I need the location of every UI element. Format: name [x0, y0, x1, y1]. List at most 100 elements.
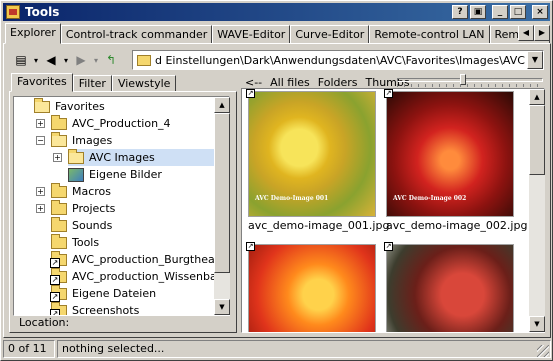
tab-scroll-right-icon[interactable]: ▶ [534, 25, 550, 41]
tree-item[interactable]: Eigene Bilder [68, 166, 162, 183]
favorites-tree: Favorites + AVC_Production_4 − Images + AVC Im… [13, 96, 230, 316]
expand-icon[interactable]: + [36, 204, 45, 213]
tab-filter[interactable]: Filter [72, 75, 112, 92]
tree-item-label: Projects [72, 202, 116, 215]
tree-item-label: AVC_Production_4 [72, 117, 171, 130]
folder-icon [51, 182, 67, 198]
tree-item-label: Images [72, 134, 113, 147]
thumbnail-image[interactable] [386, 244, 514, 332]
shortcut-arrow-icon: ↗ [246, 242, 255, 251]
thumbnail-card[interactable]: ↗ [246, 242, 376, 332]
tree-item-label: Favorites [55, 100, 105, 113]
tree-item-label: Sounds [72, 219, 113, 232]
thumbnail-card[interactable]: ↗ AVC Demo-Image 002 avc_demo-image_002.… [384, 89, 528, 232]
shortcut-arrow-icon: ↗ [384, 242, 393, 251]
image-watermark: AVC Demo-Image 002 [393, 195, 467, 202]
folder-shortcut-icon [50, 267, 67, 285]
help-button[interactable]: ? [452, 5, 468, 19]
resize-grip-icon[interactable] [537, 345, 549, 357]
tree-item[interactable]: + Projects [36, 199, 116, 217]
up-folder-icon[interactable]: ↰ [101, 50, 121, 70]
thumbnail-caption: avc_demo-image_002.jpg [386, 219, 528, 232]
path-combobox[interactable]: d Einstellungen\Dark\Anwendungsdaten\AVC… [132, 50, 544, 70]
tree-item[interactable]: Sounds [51, 216, 113, 234]
left-tabs: Favorites Filter Viewstyle [11, 73, 177, 92]
scroll-up-icon[interactable]: ▲ [214, 97, 230, 113]
thumbnail-image[interactable]: AVC Demo-Image 002 [386, 91, 514, 217]
thumb-size-slider[interactable] [397, 74, 543, 87]
tree-item[interactable]: AVC_production_Burgtheater [50, 250, 230, 268]
tree-item[interactable]: Tools [51, 233, 99, 251]
tree-item[interactable]: Favorites [34, 97, 105, 115]
folder-open-icon [34, 97, 50, 113]
all-files-link[interactable]: All files [270, 76, 310, 89]
tree-item-label: Eigene Bilder [89, 168, 162, 181]
thumbnail-caption: avc_demo-image_001.jpg [248, 219, 390, 232]
title-bar[interactable]: Tools ? ▣ _ □ × [3, 3, 550, 21]
folder-open-icon [68, 148, 84, 164]
tree-scrollbar[interactable]: ▲ ▼ [214, 97, 230, 315]
tab-scroll-left-icon[interactable]: ◀ [518, 25, 534, 41]
status-count: 0 of 11 [3, 340, 55, 358]
maximize-button[interactable]: □ [510, 5, 526, 19]
folder-shortcut-icon [50, 284, 67, 302]
thumbnail-gallery: ↗ AVC Demo-Image 001 avc_demo-image_001.… [241, 88, 545, 333]
folder-icon [51, 216, 67, 232]
window-title: Tools [25, 5, 60, 19]
tab-viewstyle[interactable]: Viewstyle [111, 75, 177, 92]
tree-item[interactable]: Eigene Dateien [50, 284, 156, 302]
tree-item-label: AVC Images [89, 151, 155, 164]
scroll-up-icon[interactable]: ▲ [529, 89, 545, 105]
tab-favorites[interactable]: Favorites [11, 73, 73, 92]
tree-item[interactable]: − Images [36, 131, 113, 149]
tab-curve-editor[interactable]: Curve-Editor [290, 25, 370, 44]
thumbnail-image[interactable] [248, 244, 376, 332]
tab-wave-editor[interactable]: WAVE-Editor [212, 25, 291, 44]
path-dropdown-button[interactable]: ▼ [527, 51, 543, 69]
scroll-down-icon[interactable]: ▼ [529, 316, 545, 332]
tree-item[interactable]: + AVC Images [53, 148, 220, 166]
expand-icon[interactable]: + [36, 119, 45, 128]
expand-icon[interactable]: + [36, 187, 45, 196]
collapse-icon[interactable]: − [36, 136, 45, 145]
scroll-thumb[interactable] [214, 113, 230, 273]
image-watermark: AVC Demo-Image 001 [255, 195, 329, 202]
slider-track [397, 78, 543, 82]
thumbnail-card[interactable]: ↗ [384, 242, 514, 332]
details-dropdown-icon[interactable]: ▾ [31, 50, 41, 70]
tree-item[interactable]: + AVC_Production_4 [36, 114, 171, 132]
restore-button[interactable]: ▣ [470, 5, 486, 19]
status-message: nothing selected... [57, 340, 551, 358]
scroll-thumb[interactable] [529, 105, 545, 175]
tab-explorer[interactable]: Explorer [5, 23, 61, 44]
tree-item-label: AVC_production_Burgtheater [72, 253, 230, 266]
forward-dropdown-icon[interactable]: ▾ [91, 50, 101, 70]
shortcut-arrow-icon: ↗ [384, 89, 393, 98]
gallery-scrollbar[interactable]: ▲ ▼ [529, 89, 545, 332]
close-button[interactable]: × [532, 5, 548, 19]
back-dropdown-icon[interactable]: ▾ [61, 50, 71, 70]
scroll-down-icon[interactable]: ▼ [214, 299, 230, 315]
forward-arrow-icon[interactable]: ▶ [71, 50, 91, 70]
path-text: d Einstellungen\Dark\Anwendungsdaten\AVC… [155, 53, 527, 67]
main-tabs: Explorer Control-track commander WAVE-Ed… [5, 23, 550, 44]
details-icon[interactable]: ▤ [11, 50, 31, 70]
app-icon [6, 5, 20, 19]
tree-item[interactable]: Screenshots [50, 301, 139, 315]
thumbnail-image[interactable]: AVC Demo-Image 001 [248, 91, 376, 217]
location-label: Location: [19, 316, 70, 329]
minimize-button[interactable]: _ [492, 5, 508, 19]
tools-window: Tools ? ▣ _ □ × Explorer Control-track c… [0, 0, 553, 361]
slider-ticks [397, 84, 543, 87]
tab-remote-control-lan[interactable]: Remote-control LAN [369, 25, 490, 44]
folder-icon [51, 114, 67, 130]
tree-item[interactable]: + Macros [36, 182, 111, 200]
thumbnail-card[interactable]: ↗ AVC Demo-Image 001 avc_demo-image_001.… [246, 89, 390, 232]
tab-control-track-commander[interactable]: Control-track commander [60, 25, 213, 44]
back-arrow-icon[interactable]: ◀ [41, 50, 61, 70]
folders-link[interactable]: Folders [318, 76, 358, 89]
back-link[interactable]: <-- [245, 76, 262, 89]
tree-item[interactable]: AVC_production_Wissenbach [50, 267, 229, 285]
expand-icon[interactable]: + [53, 153, 62, 162]
folder-icon [51, 233, 67, 249]
